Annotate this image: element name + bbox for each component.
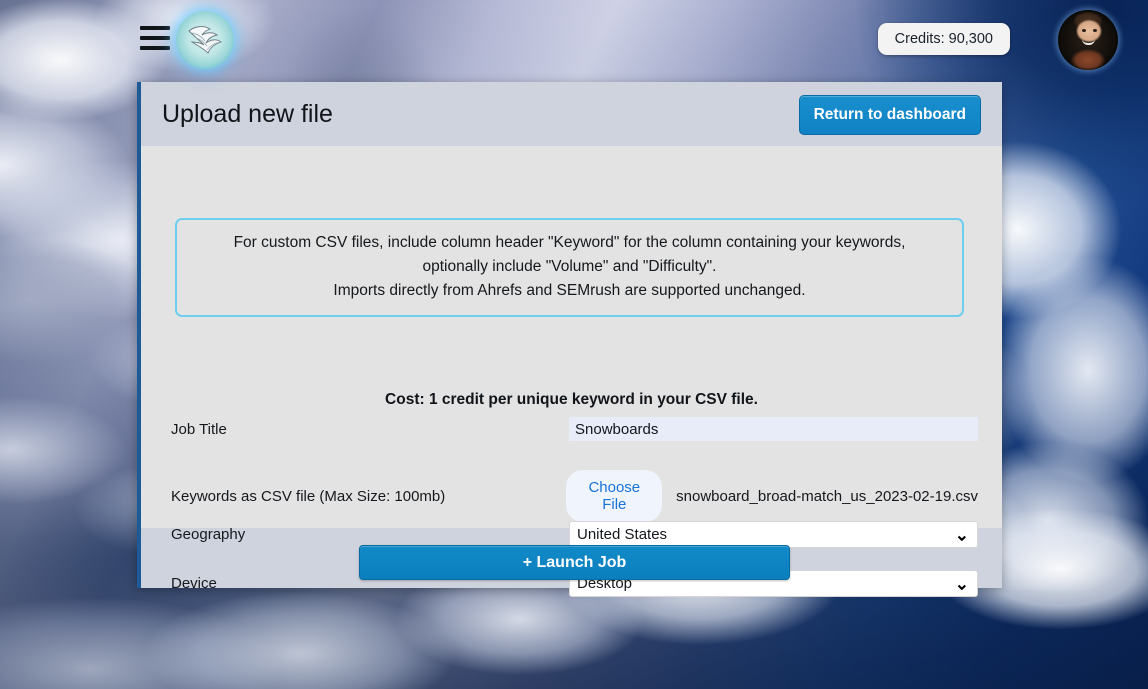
choose-file-button[interactable]: Choose File xyxy=(566,470,663,522)
wing-logo-icon[interactable] xyxy=(176,11,234,69)
app-root: Credits: 90,300 Upload new file Return t… xyxy=(0,0,1148,689)
info-callout: For custom CSV files, include column hea… xyxy=(175,218,964,317)
hamburger-bar xyxy=(140,36,170,40)
card-body: For custom CSV files, include column hea… xyxy=(137,146,1002,597)
hamburger-bar xyxy=(140,26,170,30)
return-to-dashboard-button[interactable]: Return to dashboard xyxy=(798,95,981,135)
info-line-2: optionally include "Volume" and "Difficu… xyxy=(422,257,717,275)
avatar-eye-right xyxy=(1093,29,1097,32)
credits-badge[interactable]: Credits: 90,300 xyxy=(877,23,1010,55)
geography-select-wrap: United States ⌄ xyxy=(569,521,978,548)
job-title-label: Job Title xyxy=(171,420,227,438)
cost-note: Cost: 1 credit per unique keyword in you… xyxy=(385,391,758,408)
hamburger-menu-icon[interactable] xyxy=(140,26,170,50)
avatar-eye-left xyxy=(1082,29,1086,32)
hamburger-bar xyxy=(140,46,170,50)
csv-file-control: Choose File snowboard_broad-match_us_202… xyxy=(566,470,978,522)
card-header: Upload new file Return to dashboard xyxy=(137,82,1002,146)
info-line-3: Imports directly from Ahrefs and SEMrush… xyxy=(333,281,806,299)
form-row-job-title: Job Title xyxy=(171,417,978,441)
avatar[interactable] xyxy=(1058,10,1118,70)
geography-label: Geography xyxy=(171,526,246,543)
launch-job-button[interactable]: + Launch Job xyxy=(359,545,790,580)
job-title-input[interactable] xyxy=(569,417,978,441)
form-row-geography: Geography United States ⌄ xyxy=(171,521,978,548)
info-line-1: For custom CSV files, include column hea… xyxy=(233,234,906,251)
upload-card: Upload new file Return to dashboard For … xyxy=(137,82,1002,597)
selected-file-name: snowboard_broad-match_us_2023-02-19.csv xyxy=(676,487,978,505)
geography-select[interactable]: United States xyxy=(569,521,978,548)
page-title: Upload new file xyxy=(162,99,333,128)
geography-control: United States ⌄ xyxy=(569,521,978,548)
job-title-control xyxy=(569,417,978,441)
form-row-csv-file: Keywords as CSV file (Max Size: 100mb) C… xyxy=(171,470,978,522)
top-header-bar: Credits: 90,300 xyxy=(0,0,1148,82)
csv-file-label: Keywords as CSV file (Max Size: 100mb) xyxy=(171,487,446,505)
